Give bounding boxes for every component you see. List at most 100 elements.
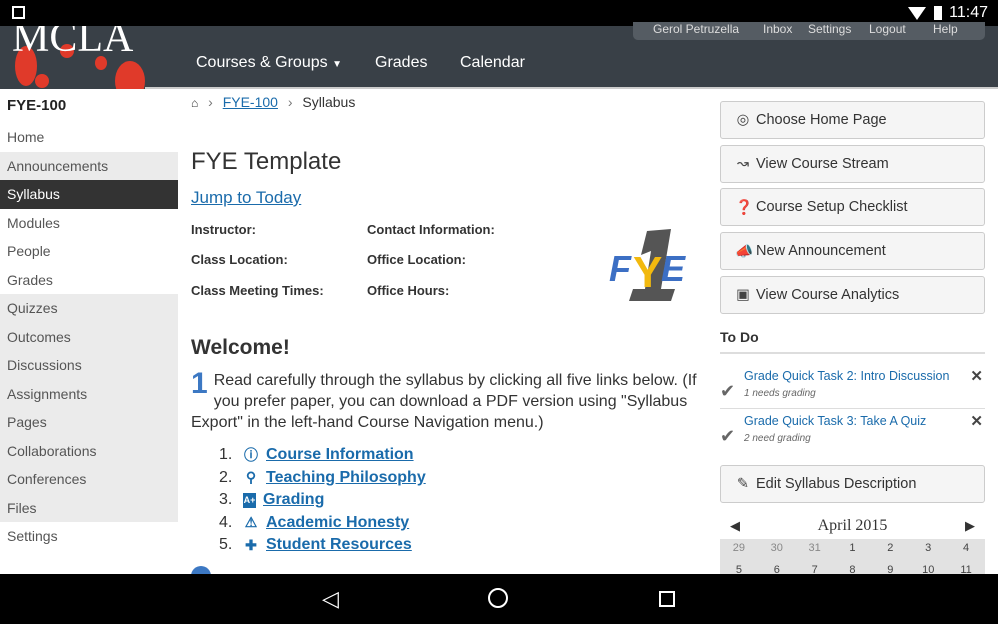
nav-courses-groups[interactable]: Courses & Groups ▼ (196, 54, 342, 72)
image-icon: ▣ (736, 286, 750, 303)
todo-subtitle: 2 need grading (744, 433, 811, 444)
jump-to-today-link[interactable]: Jump to Today (191, 188, 301, 208)
checkmark-plus-icon: ✔ (720, 426, 736, 446)
view-course-analytics-button[interactable]: ▣ View Course Analytics (720, 275, 985, 314)
nav-label: Courses & Groups (196, 54, 328, 71)
warning-icon: ⚠ (244, 514, 258, 531)
item-number: 5. (219, 536, 233, 554)
checkmark-plus-icon: ✔ (720, 381, 736, 401)
list-item: 2. ⚲ Teaching Philosophy (219, 467, 426, 490)
sidebar-item-quizzes[interactable]: Quizzes (0, 294, 178, 323)
breadcrumb-current: Syllabus (302, 94, 356, 110)
top-header: MCLA Gerol Petruzella Inbox Settings Log… (0, 22, 998, 89)
sidebar-item-modules[interactable]: Modules (0, 209, 178, 238)
step-1-text: Read carefully through the syllabus by c… (191, 372, 697, 431)
course-navigation: FYE-100 Home Announcements Syllabus Modules… (0, 90, 178, 551)
prev-month-icon[interactable]: ◀ (730, 513, 740, 539)
item-number: 1. (219, 446, 233, 464)
nav-calendar[interactable]: Calendar (460, 54, 525, 72)
close-icon[interactable]: ✕ (970, 412, 983, 430)
calendar-day[interactable]: 29 (720, 539, 758, 561)
calendar-day[interactable]: 2 (871, 539, 909, 561)
button-label: View Course Stream (756, 155, 889, 172)
right-sidebar: ◎ Choose Home Page ↝ View Course Stream ❓ C… (720, 101, 985, 583)
list-item: 3. A+ Grading (219, 489, 426, 512)
course-information-link[interactable]: Course Information (266, 446, 414, 464)
sidebar-item-home[interactable]: Home (0, 123, 178, 152)
new-announcement-button[interactable]: 📣 New Announcement (720, 232, 985, 271)
mcla-logo[interactable]: MCLA (0, 26, 145, 89)
item-number: 3. (219, 491, 233, 509)
nav-grades[interactable]: Grades (375, 54, 427, 72)
todo-subtitle: 1 needs grading (744, 388, 816, 399)
logout-link[interactable]: Logout (869, 22, 906, 36)
view-course-stream-button[interactable]: ↝ View Course Stream (720, 144, 985, 183)
grading-link[interactable]: Grading (263, 491, 324, 509)
user-name-link[interactable]: Gerol Petruzella (653, 22, 739, 36)
recents-icon[interactable] (659, 591, 675, 607)
grade-icon: A+ (243, 492, 256, 508)
list-item: 4. ⚠ Academic Honesty (219, 512, 426, 535)
todo-link[interactable]: Grade Quick Task 3: Take A Quiz (744, 414, 926, 428)
calendar-day[interactable]: 31 (796, 539, 834, 561)
office-location-label: Office Location: (367, 252, 466, 267)
next-month-icon[interactable]: ▶ (965, 513, 975, 539)
edit-syllabus-button[interactable]: ✎ Edit Syllabus Description (720, 465, 985, 503)
pencil-icon: ✎ (736, 476, 750, 492)
home-button-icon[interactable] (488, 588, 508, 608)
image-notification-icon (12, 6, 25, 19)
calendar-day[interactable]: 1 (834, 539, 872, 561)
svg-text:E: E (661, 248, 686, 289)
sidebar-item-files[interactable]: Files (0, 493, 178, 522)
caret-down-icon: ▼ (332, 59, 342, 70)
meeting-times-label: Class Meeting Times: (191, 283, 324, 298)
fye-logo: F Y E (609, 229, 686, 301)
academic-honesty-link[interactable]: Academic Honesty (266, 514, 409, 532)
svg-text:F: F (609, 248, 632, 289)
sidebar-item-collaborations[interactable]: Collaborations (0, 436, 178, 465)
course-setup-checklist-button[interactable]: ❓ Course Setup Checklist (720, 188, 985, 227)
calendar-day[interactable]: 30 (758, 539, 796, 561)
close-icon[interactable]: ✕ (970, 367, 983, 385)
wifi-icon (908, 7, 926, 20)
calendar-day[interactable]: 3 (909, 539, 947, 561)
line-chart-icon: ↝ (736, 155, 750, 172)
sidebar-item-conferences[interactable]: Conferences (0, 465, 178, 494)
button-label: Course Setup Checklist (756, 199, 908, 216)
calendar-month: April 2015 (817, 517, 888, 534)
sidebar-item-syllabus[interactable]: Syllabus (0, 180, 178, 209)
button-label: New Announcement (756, 243, 886, 260)
home-icon[interactable]: ⌂ (191, 96, 198, 110)
settings-link[interactable]: Settings (808, 22, 851, 36)
sidebar-item-settings[interactable]: Settings (0, 522, 178, 551)
help-link[interactable]: Help (933, 22, 958, 36)
student-resources-link[interactable]: Student Resources (266, 536, 412, 554)
todo-item: ✔ Grade Quick Task 3: Take A Quiz 2 need… (720, 412, 985, 454)
user-plus-icon: ✚ (245, 536, 257, 553)
inbox-link[interactable]: Inbox (763, 22, 792, 36)
welcome-heading: Welcome! (191, 336, 290, 359)
sidebar-item-announcements[interactable]: Announcements (0, 151, 178, 180)
calendar-day[interactable]: 4 (947, 539, 985, 561)
info-icon: ⓘ (244, 447, 258, 464)
user-nav: Gerol Petruzella Inbox Settings Logout H… (633, 22, 985, 40)
back-icon[interactable]: ◁ (322, 586, 339, 612)
item-number: 4. (219, 513, 233, 531)
android-nav-bar: ◁ (0, 574, 998, 624)
sidebar-item-discussions[interactable]: Discussions (0, 351, 178, 380)
teaching-philosophy-link[interactable]: Teaching Philosophy (266, 469, 426, 487)
sidebar-item-pages[interactable]: Pages (0, 408, 178, 437)
button-label: Edit Syllabus Description (756, 476, 917, 492)
button-label: Choose Home Page (756, 112, 887, 128)
todo-heading: To Do (720, 329, 985, 354)
contact-label: Contact Information: (367, 222, 495, 237)
sidebar-item-outcomes[interactable]: Outcomes (0, 322, 178, 351)
svg-text:Y: Y (633, 248, 662, 297)
todo-link[interactable]: Grade Quick Task 2: Intro Discussion (744, 369, 949, 383)
sidebar-item-assignments[interactable]: Assignments (0, 379, 178, 408)
breadcrumb-course-link[interactable]: FYE-100 (223, 94, 278, 110)
sidebar-item-people[interactable]: People (0, 237, 178, 266)
sidebar-item-grades[interactable]: Grades (0, 266, 178, 295)
choose-home-page-button[interactable]: ◎ Choose Home Page (720, 101, 985, 139)
clock: 11:47 (949, 4, 988, 21)
